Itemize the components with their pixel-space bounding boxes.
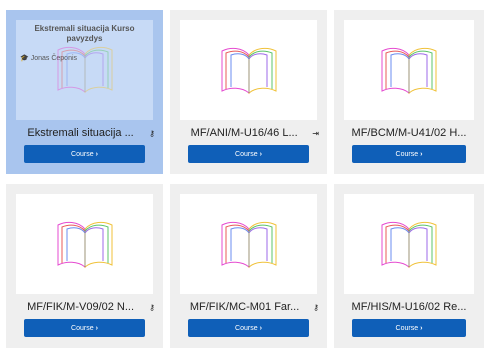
chevron-right-icon: › xyxy=(95,324,98,332)
book-icon xyxy=(221,47,276,94)
course-image[interactable] xyxy=(16,194,153,294)
preview-title: Ekstremali situacija Kurso pavyzdys xyxy=(34,24,135,43)
course-card[interactable]: MF/BCM/M-U41/02 H... Course › xyxy=(334,10,484,174)
course-button[interactable]: Course › xyxy=(188,319,309,337)
key-icon: ⚷ xyxy=(149,302,155,312)
course-button-label: Course xyxy=(71,150,94,158)
book-icon xyxy=(221,221,276,268)
course-card[interactable]: MF/HIS/M-U16/02 Re... Course › xyxy=(334,184,484,348)
chevron-right-icon: › xyxy=(420,324,423,332)
course-button-label: Course xyxy=(71,324,94,332)
chevron-right-icon: › xyxy=(95,150,98,158)
course-grid: Ekstremali situacija Kurso pavyzdys 🎓 Jon… xyxy=(0,0,487,354)
course-card[interactable]: MF/FIK/M-V09/02 N... ⚷ Course › xyxy=(6,184,163,348)
course-name[interactable]: MF/ANI/M-U16/46 L... xyxy=(178,127,310,139)
book-icon xyxy=(381,221,437,268)
course-name[interactable]: MF/BCM/M-U41/02 H... xyxy=(342,127,476,139)
course-button[interactable]: Course › xyxy=(352,145,466,163)
course-name[interactable]: MF/FIK/M-V09/02 N... xyxy=(14,301,147,313)
course-image[interactable] xyxy=(344,194,474,294)
book-icon xyxy=(57,221,112,268)
book-icon xyxy=(57,46,113,94)
course-name-row: MF/ANI/M-U16/46 L... ⇥ xyxy=(178,124,319,142)
course-image[interactable] xyxy=(180,194,317,294)
course-button-label: Course xyxy=(235,324,258,332)
course-name[interactable]: Ekstremali situacija ... xyxy=(14,127,147,139)
chevron-right-icon: › xyxy=(259,150,262,158)
course-button-label: Course xyxy=(395,150,419,158)
course-image[interactable] xyxy=(344,20,474,120)
course-name-row: MF/FIK/MC-M01 Far... ⚷ xyxy=(178,298,319,316)
course-button[interactable]: Course › xyxy=(188,145,309,163)
course-button-label: Course xyxy=(235,150,258,158)
graduation-cap-icon: 🎓 xyxy=(20,55,29,62)
course-button-label: Course xyxy=(395,324,419,332)
course-button[interactable]: Course › xyxy=(352,319,466,337)
book-icon xyxy=(381,47,437,94)
course-name-row: MF/BCM/M-U41/02 H... xyxy=(342,124,476,142)
course-button[interactable]: Course › xyxy=(24,319,145,337)
course-card[interactable]: Ekstremali situacija Kurso pavyzdys 🎓 Jon… xyxy=(6,10,163,174)
course-name[interactable]: MF/HIS/M-U16/02 Re... xyxy=(342,301,476,313)
key-icon: ⚷ xyxy=(149,128,155,138)
course-name[interactable]: MF/FIK/MC-M01 Far... xyxy=(178,301,311,313)
course-preview[interactable]: Ekstremali situacija Kurso pavyzdys 🎓 Jon… xyxy=(16,20,153,120)
course-image[interactable] xyxy=(180,20,317,120)
chevron-right-icon: › xyxy=(420,150,423,158)
course-name-row: MF/HIS/M-U16/02 Re... xyxy=(342,298,476,316)
key-icon: ⚷ xyxy=(313,302,319,312)
chevron-right-icon: › xyxy=(259,324,262,332)
course-card[interactable]: MF/ANI/M-U16/46 L... ⇥ Course › xyxy=(170,10,327,174)
course-card[interactable]: MF/FIK/MC-M01 Far... ⚷ Course › xyxy=(170,184,327,348)
course-name-row: Ekstremali situacija ... ⚷ xyxy=(14,124,155,142)
course-button[interactable]: Course › xyxy=(24,145,145,163)
course-name-row: MF/FIK/M-V09/02 N... ⚷ xyxy=(14,298,155,316)
enrol-icon: ⇥ xyxy=(312,128,319,138)
